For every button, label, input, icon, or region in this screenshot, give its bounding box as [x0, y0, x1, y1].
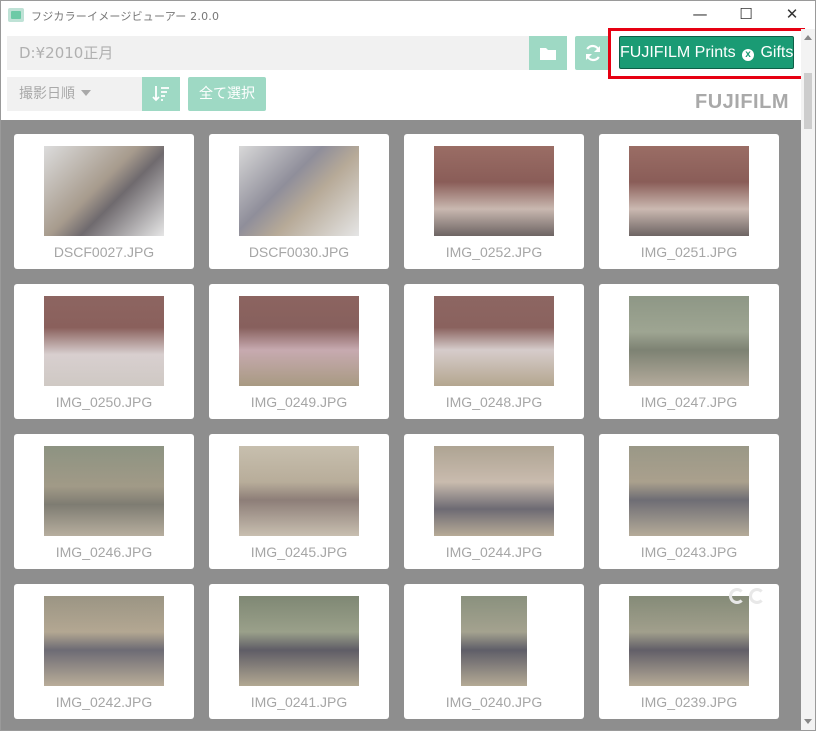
thumbnail-card[interactable]: IMG_0241.JPG — [209, 584, 389, 719]
photo-thumbnail — [629, 446, 749, 536]
thumbnail-card[interactable]: IMG_0252.JPG — [404, 134, 584, 269]
scrollbar-thumb[interactable] — [804, 73, 812, 129]
thumbnail-card[interactable]: IMG_0249.JPG — [209, 284, 389, 419]
photo-thumbnail — [44, 296, 164, 386]
thumbnail-card[interactable]: DSCF0030.JPG — [209, 134, 389, 269]
scroll-down-icon[interactable] — [804, 719, 812, 724]
photo-thumbnail — [239, 146, 359, 236]
file-name: IMG_0250.JPG — [55, 394, 153, 410]
photo-thumbnail — [629, 146, 749, 236]
photo-thumbnail — [44, 146, 164, 236]
photo-thumbnail — [239, 596, 359, 686]
file-name: IMG_0244.JPG — [445, 544, 543, 560]
folder-path-field[interactable]: D:¥2010正月 — [7, 36, 529, 70]
thumbnail-card[interactable]: IMG_0250.JPG — [14, 284, 194, 419]
thumbnail-gallery: DSCF0027.JPG DSCF0030.JPG IMG_0252.JPG I… — [1, 120, 801, 730]
photo-thumbnail — [629, 296, 749, 386]
refresh-button[interactable] — [575, 36, 611, 70]
file-name: IMG_0246.JPG — [55, 544, 153, 560]
file-name: IMG_0245.JPG — [250, 544, 348, 560]
open-folder-button[interactable] — [529, 36, 567, 70]
gifts-label: Gifts — [756, 44, 794, 61]
window-title: フジカラーイメージビューアー 2.0.0 — [31, 10, 220, 23]
file-name: IMG_0252.JPG — [445, 244, 543, 260]
fujifilm-prints-label: FUJIFILM Prints — [620, 44, 741, 61]
photo-thumbnail — [239, 296, 359, 386]
photo-thumbnail — [434, 446, 554, 536]
sort-descending-icon — [152, 86, 169, 102]
file-name: IMG_0239.JPG — [640, 694, 738, 710]
file-name: IMG_0248.JPG — [445, 394, 543, 410]
minimize-button[interactable]: — — [677, 1, 723, 29]
fujifilm-logo: FUJIFILM — [695, 91, 789, 113]
maximize-button[interactable]: ☐ — [723, 1, 769, 29]
thumbnail-card[interactable]: IMG_0246.JPG — [14, 434, 194, 569]
photo-thumbnail — [434, 296, 554, 386]
folder-icon — [540, 48, 556, 60]
rotate-left-icon[interactable] — [729, 588, 745, 604]
thumbnail-card[interactable]: IMG_0244.JPG — [404, 434, 584, 569]
rotate-controls — [729, 588, 777, 610]
thumbnail-card[interactable]: IMG_0247.JPG — [599, 284, 779, 419]
thumbnail-card[interactable]: IMG_0251.JPG — [599, 134, 779, 269]
file-name: DSCF0030.JPG — [248, 244, 350, 260]
app-icon — [8, 8, 24, 22]
fujifilm-prints-gifts-button[interactable]: FUJIFILM Prints x Gifts — [619, 36, 794, 69]
thumbnail-card[interactable]: DSCF0027.JPG — [14, 134, 194, 269]
file-name: IMG_0249.JPG — [250, 394, 348, 410]
thumbnail-card[interactable]: IMG_0240.JPG — [404, 584, 584, 719]
refresh-icon — [585, 44, 601, 62]
sort-order-value: 撮影日順 — [19, 86, 75, 102]
thumbnail-card[interactable]: IMG_0245.JPG — [209, 434, 389, 569]
thumbnail-card[interactable]: IMG_0243.JPG — [599, 434, 779, 569]
select-all-button[interactable]: 全て選択 — [188, 77, 266, 111]
file-name: IMG_0251.JPG — [640, 244, 738, 260]
file-name: IMG_0243.JPG — [640, 544, 738, 560]
file-name: IMG_0240.JPG — [445, 694, 543, 710]
title-bar: フジカラーイメージビューアー 2.0.0 — ☐ ✕ — [1, 1, 815, 29]
file-name: IMG_0241.JPG — [250, 694, 348, 710]
photo-thumbnail — [44, 596, 164, 686]
file-name: IMG_0247.JPG — [640, 394, 738, 410]
photo-thumbnail — [239, 446, 359, 536]
scroll-up-icon[interactable] — [804, 35, 812, 40]
photo-thumbnail — [434, 146, 554, 236]
thumbnail-card[interactable]: IMG_0248.JPG — [404, 284, 584, 419]
x-mark-icon: x — [742, 49, 755, 61]
rotate-right-icon[interactable] — [749, 588, 765, 604]
photo-thumbnail — [44, 446, 164, 536]
sort-direction-button[interactable] — [142, 77, 180, 111]
file-name: IMG_0242.JPG — [55, 694, 153, 710]
app-window: フジカラーイメージビューアー 2.0.0 — ☐ ✕ D:¥2010正月 FUJ… — [0, 0, 816, 731]
caret-down-icon — [81, 90, 91, 96]
photo-thumbnail — [461, 596, 527, 686]
thumbnail-card[interactable]: IMG_0242.JPG — [14, 584, 194, 719]
vertical-scrollbar[interactable] — [801, 29, 815, 730]
sort-order-select[interactable]: 撮影日順 — [7, 77, 142, 111]
close-button[interactable]: ✕ — [769, 1, 815, 29]
file-name: DSCF0027.JPG — [53, 244, 155, 260]
